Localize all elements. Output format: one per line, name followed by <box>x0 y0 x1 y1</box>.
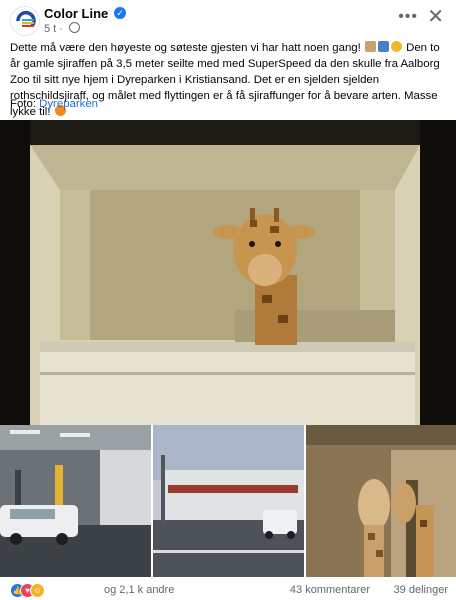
giraffe-emoji-icon <box>364 41 376 52</box>
photo-credit: Foto: Dyreparken <box>10 98 98 110</box>
port-photo <box>153 425 304 577</box>
more-dots-icon: ••• <box>398 8 418 25</box>
reaction-count[interactable]: og 2,1 k andre <box>104 584 174 596</box>
reactions-bar: 👍 ♥ ☺ og 2,1 k andre 43 kommentarer 39 d… <box>0 578 456 600</box>
shares-count[interactable]: 39 delinger <box>394 584 448 596</box>
close-button[interactable]: ✕ <box>427 4 444 29</box>
photo-thumbnail-giraffes[interactable] <box>306 425 456 577</box>
page-avatar[interactable] <box>10 6 40 36</box>
post-time[interactable]: 5 t <box>44 23 56 35</box>
post-meta: 5 t · <box>44 22 81 35</box>
verified-badge-icon: ✓ <box>114 7 126 19</box>
photo-thumbnail-port[interactable] <box>153 425 304 577</box>
more-options-button[interactable]: ••• <box>398 8 418 26</box>
post-text-line1: Dette må være den høyeste og søteste gje… <box>10 42 361 54</box>
care-reaction-icon: ☺ <box>30 583 45 598</box>
giraffe-trailer-photo <box>0 120 456 425</box>
comments-count[interactable]: 43 kommentarer <box>290 584 370 596</box>
photo-thumbnail-ferry-deck[interactable] <box>0 425 151 577</box>
close-icon: ✕ <box>427 6 444 28</box>
globe-icon <box>69 22 81 33</box>
giraffes-photo <box>306 425 456 577</box>
ferry-deck-photo <box>0 425 151 577</box>
photo-credit-label: Foto: <box>10 98 36 110</box>
page-name[interactable]: Color Line <box>44 6 108 21</box>
reaction-icons[interactable]: 👍 ♥ ☺ <box>10 583 50 598</box>
post-header: Color Line ✓ 5 t · ••• ✕ <box>0 0 456 40</box>
photo-credit-link[interactable]: Dyreparken <box>39 98 98 110</box>
heart-eyes-emoji-icon <box>390 41 402 52</box>
color-line-logo-icon <box>11 7 39 35</box>
ship-emoji-icon <box>377 41 389 52</box>
main-photo[interactable] <box>0 120 456 425</box>
